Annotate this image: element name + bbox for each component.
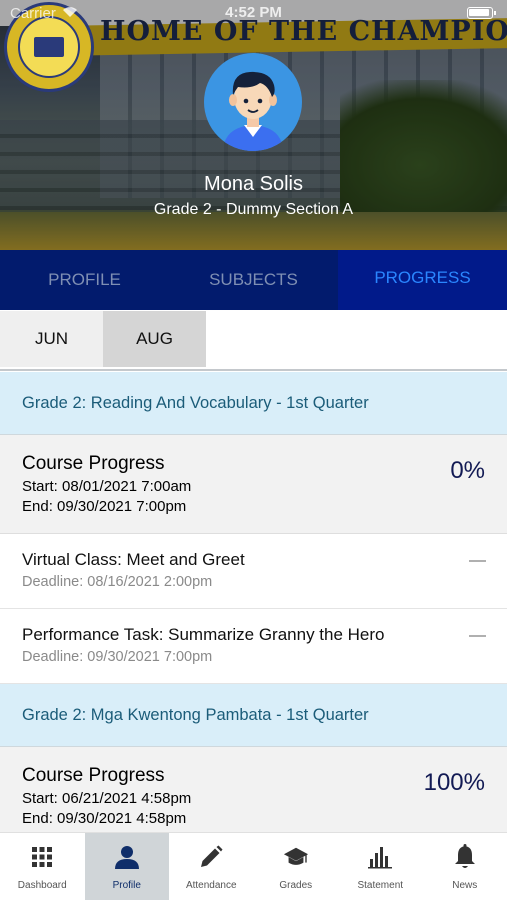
task-row[interactable]: Virtual Class: Meet and Greet Deadline: … (0, 534, 507, 609)
month-tab-aug[interactable]: AUG (103, 311, 206, 367)
graduation-cap-icon (283, 844, 309, 870)
month-divider (0, 369, 507, 371)
student-name: Mona Solis (204, 173, 303, 195)
progress-list[interactable]: Grade 2: Reading And Vocabulary - 1st Qu… (0, 372, 507, 832)
student-avatar (204, 53, 302, 151)
nav-label: Grades (279, 880, 313, 891)
nav-label: Dashboard (17, 880, 67, 891)
nav-dashboard[interactable]: Dashboard (0, 833, 85, 900)
task-status-dash-icon (469, 560, 486, 562)
month-selector: JUN AUG (0, 311, 507, 367)
course-end-date: End: 09/30/2021 7:00pm (22, 498, 187, 515)
pencil-icon (198, 844, 224, 870)
month-tab-jun[interactable]: JUN (0, 311, 103, 367)
nav-grades[interactable]: Grades (254, 833, 339, 900)
course-end-date: End: 09/30/2021 4:58pm (22, 810, 187, 827)
person-icon (114, 844, 140, 870)
task-row[interactable]: Performance Task: Summarize Granny the H… (0, 609, 507, 684)
task-deadline: Deadline: 08/16/2021 2:00pm (22, 574, 213, 590)
course-start-date: Start: 08/01/2021 7:00am (22, 478, 192, 495)
nav-label: Attendance (185, 880, 237, 891)
course-progress-title: Course Progress (22, 765, 165, 786)
task-status-dash-icon (469, 635, 486, 637)
profile-tab-bar: PROFILE SUBJECTS PROGRESS (0, 250, 507, 310)
battery-icon (467, 7, 496, 19)
task-title: Performance Task: Summarize Granny the H… (22, 625, 385, 644)
status-bar: Carrier (0, 0, 507, 26)
tab-profile[interactable]: PROFILE (0, 250, 169, 310)
nav-label: Statement (357, 880, 404, 891)
tab-subjects[interactable]: SUBJECTS (169, 250, 338, 310)
book-icon (34, 37, 64, 57)
bell-icon (452, 844, 478, 870)
nav-statement[interactable]: Statement (338, 833, 423, 900)
course-progress-card[interactable]: Course Progress Start: 08/01/2021 7:00am… (0, 435, 507, 534)
task-title: Virtual Class: Meet and Greet (22, 550, 245, 569)
nav-profile[interactable]: Profile (84, 833, 169, 900)
tab-progress[interactable]: PROGRESS (338, 250, 507, 310)
course-header: Grade 2: Mga Kwentong Pambata - 1st Quar… (0, 684, 507, 747)
task-deadline: Deadline: 09/30/2021 7:00pm (22, 649, 213, 665)
dashboard-grid-icon (29, 844, 55, 870)
bottom-navigation: Dashboard Profile Attendance Grades Stat… (0, 832, 507, 900)
nav-label: News (452, 880, 478, 891)
status-left: Carrier (10, 5, 78, 22)
nav-label: Profile (112, 880, 141, 891)
course-progress-percent: 100% (423, 769, 485, 796)
course-start-date: Start: 06/21/2021 4:58pm (22, 790, 192, 807)
course-progress-percent: 0% (450, 457, 485, 484)
course-header: Grade 2: Reading And Vocabulary - 1st Qu… (0, 372, 507, 435)
course-progress-title: Course Progress (22, 453, 165, 474)
student-section: Grade 2 - Dummy Section A (153, 201, 354, 218)
carrier-label: Carrier (10, 4, 56, 22)
wifi-icon (62, 5, 78, 22)
nav-attendance[interactable]: Attendance (169, 833, 254, 900)
nav-news[interactable]: News (423, 833, 507, 900)
course-progress-card[interactable]: Course Progress Start: 06/21/2021 4:58pm… (0, 747, 507, 832)
bar-chart-icon (367, 844, 393, 870)
